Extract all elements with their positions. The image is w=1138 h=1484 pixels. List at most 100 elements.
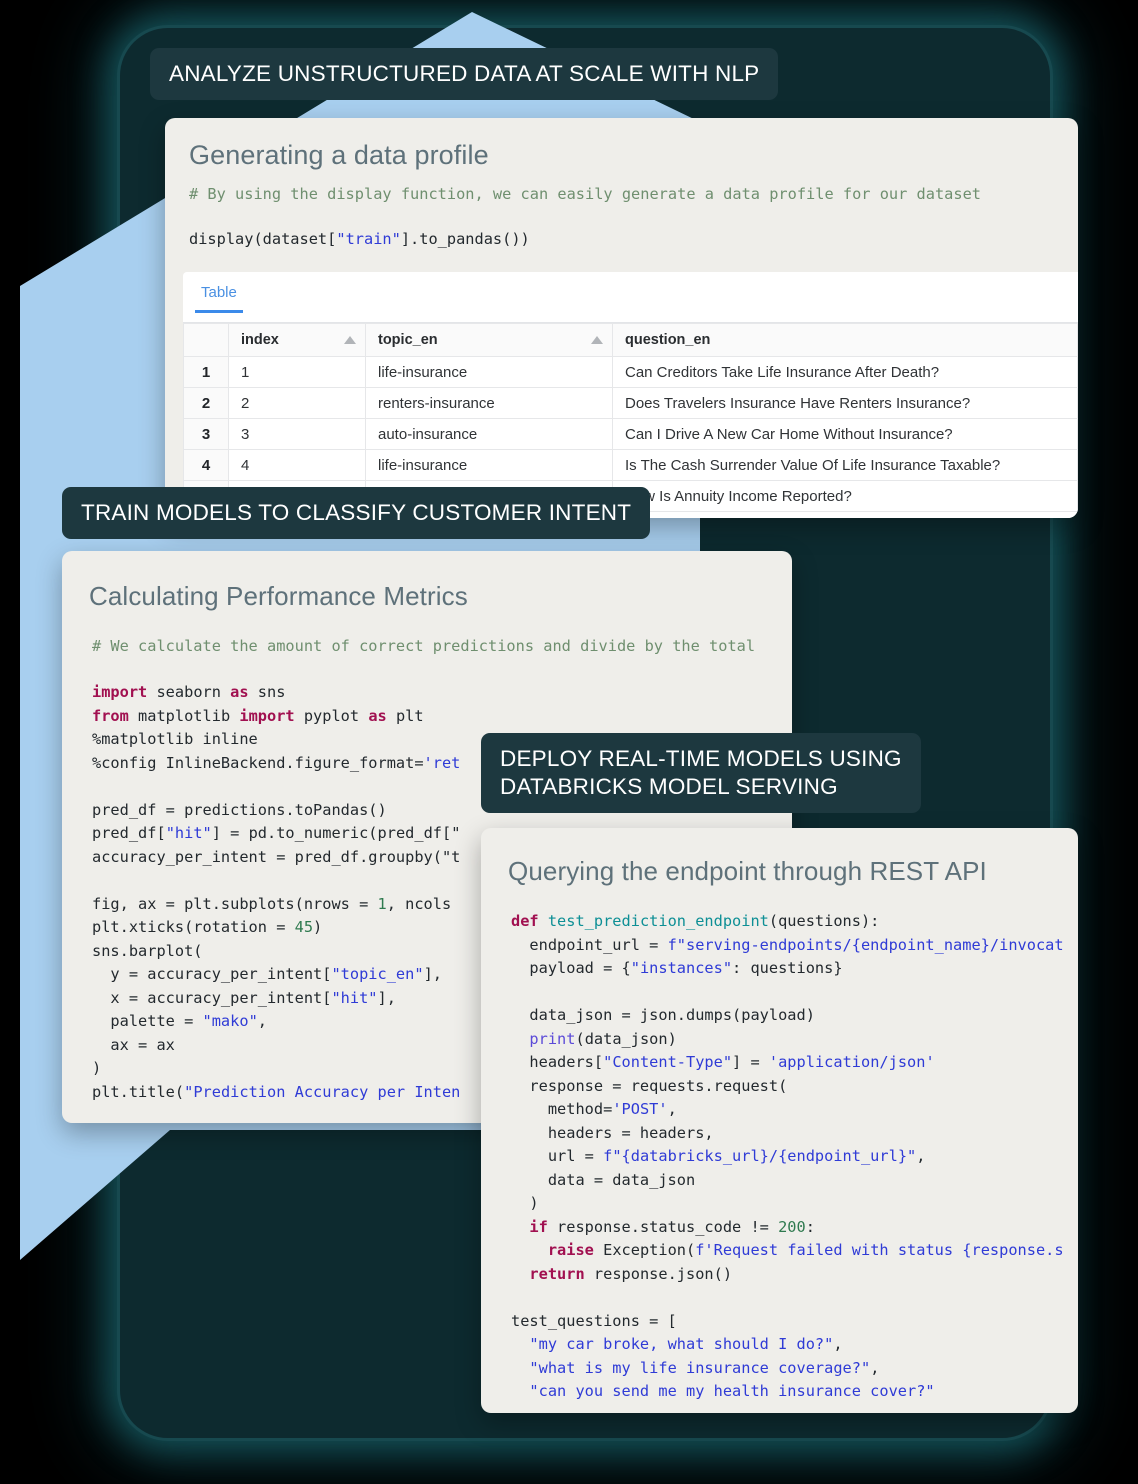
code-token: pyplot [294, 706, 369, 725]
table-header-rownum [183, 323, 229, 357]
code-token: test_questions = [ [511, 1311, 677, 1330]
code-string: f'Request failed with status {response.s [695, 1241, 1064, 1259]
code-token: accuracy_per_intent = pred_df.groupby("t [92, 847, 461, 866]
code-line: data_json = json.dumps(payload) [511, 1004, 1064, 1028]
code-line: def test_prediction_endpoint(questions): [511, 910, 1064, 934]
code-line: ) [511, 1192, 1064, 1216]
code-token: %matplotlib inline [92, 730, 258, 748]
code-string: "hit" [331, 988, 378, 1007]
code-line: palette = "mako", [92, 1010, 460, 1034]
code-string: f"serving-endpoints/{endpoint_name}/invo… [667, 935, 1064, 954]
code-token: response = requests.request( [511, 1076, 788, 1095]
code-token: pred_df[ [92, 824, 166, 842]
code-line: url = f"{databricks_url}/{endpoint_url}"… [511, 1145, 1064, 1169]
code-token: headers = headers, [511, 1123, 714, 1142]
code-token: seaborn [147, 683, 231, 701]
code-line: test_questions = [ [511, 1310, 1064, 1334]
cell-topic: life-insurance [365, 356, 613, 388]
code-keyword: from [92, 706, 129, 725]
code-token: pred_df = predictions.toPandas() [92, 800, 387, 819]
page-title: Generating a data profile [189, 140, 489, 170]
code-line: "can you send me my health insurance cov… [511, 1380, 1064, 1404]
code-token: response.status_code != [547, 1217, 779, 1236]
table-row[interactable]: 3 3 auto-insurance Can I Drive A New Car Ho… [183, 418, 1078, 450]
code-token: : [805, 1217, 815, 1236]
code-token: ] = pd.to_numeric(pred_df[" [211, 824, 461, 842]
code-token: matplotlib [128, 706, 240, 725]
code-keyword: raise [547, 1241, 594, 1259]
code-token: method= [511, 1100, 613, 1118]
code-token: sns.barplot( [92, 941, 203, 960]
code-line: "what is my life insurance coverage?", [511, 1357, 1064, 1381]
table-header-label: topic_en [378, 332, 438, 348]
code-block-metrics: import seaborn as sns from matplotlib imp… [92, 681, 460, 1104]
table-header-index[interactable]: index [228, 323, 366, 357]
table-row[interactable]: 4 4 life-insurance Is The Cash Surrender Va… [183, 449, 1078, 481]
code-token: url = [511, 1147, 604, 1165]
code-string: "instances" [630, 959, 733, 977]
code-token: %config InlineBackend.figure_format= [92, 753, 424, 772]
code-token: y = accuracy_per_intent[ [92, 965, 332, 983]
code-token: response.json() [584, 1264, 733, 1283]
code-block-rest: def test_prediction_endpoint(questions):… [511, 910, 1064, 1404]
tab-table[interactable]: Table [195, 284, 243, 313]
cell-rownum: 3 [183, 418, 229, 450]
code-line: headers = headers, [511, 1122, 1064, 1146]
result-table-panel: Table index topic_en question_en 1 1 lif… [183, 272, 1078, 518]
code-token: ax = ax [92, 1035, 175, 1054]
code-line: method='POST', [511, 1098, 1064, 1122]
table-row[interactable]: 2 2 renters-insurance Does Travelers Insura… [183, 387, 1078, 419]
code-line: data = data_json [511, 1169, 1064, 1193]
code-string: "Content-Type" [603, 1053, 733, 1071]
cell-index: 2 [228, 387, 366, 419]
code-keyword: def [511, 912, 548, 930]
code-line: import seaborn as sns [92, 681, 460, 705]
code-keyword: return [529, 1264, 585, 1283]
sort-ascending-icon[interactable] [591, 336, 603, 344]
table-header-topic[interactable]: topic_en [365, 323, 613, 357]
cell-topic: life-insurance [365, 449, 613, 481]
code-comment: # We calculate the amount of correct pre… [92, 637, 756, 655]
code-line: from matplotlib import pyplot as plt [92, 705, 460, 729]
table-header-question[interactable]: question_en [612, 323, 1078, 357]
code-line: %matplotlib inline [92, 728, 460, 752]
page-title: Calculating Performance Metrics [89, 581, 468, 611]
code-token: data_json = json.dumps(payload) [511, 1006, 815, 1024]
code-keyword: import [239, 706, 295, 725]
code-token: ] = [732, 1053, 769, 1071]
cell-question: Is The Cash Surrender Value Of Life Insu… [612, 449, 1078, 481]
code-string: "Prediction Accuracy per Inten [184, 1082, 461, 1101]
cell-topic: auto-insurance [365, 418, 613, 450]
sort-ascending-icon[interactable] [344, 336, 356, 344]
notebook-card-rest-api: Querying the endpoint through REST API d… [481, 828, 1078, 1413]
code-line-display: display(dataset["train"].to_pandas()) [189, 228, 530, 252]
code-token: payload = { [511, 959, 631, 977]
code-number: 200 [778, 1217, 806, 1236]
cell-rownum: 1 [183, 356, 229, 388]
code-string: "hit" [165, 824, 212, 842]
code-keyword: as [230, 683, 249, 701]
results-table: index topic_en question_en 1 1 life-insura… [183, 323, 1078, 512]
table-header-row: index topic_en question_en [183, 323, 1078, 357]
cell-index: 1 [228, 356, 366, 388]
code-token: ) [92, 1059, 102, 1077]
page-title: Querying the endpoint through REST API [508, 856, 987, 886]
code-token: fig, ax = plt.subplots(nrows = [92, 894, 378, 913]
code-string: "can you send me my health insurance cov… [529, 1382, 935, 1400]
code-number: 1 [377, 894, 387, 913]
code-string: "train" [336, 230, 401, 248]
code-token: plt.xticks(rotation = [92, 918, 295, 936]
code-token: ], [423, 965, 442, 983]
code-keyword: import [92, 683, 148, 701]
code-line: response = requests.request( [511, 1075, 1064, 1099]
code-keyword: as [368, 706, 387, 725]
cell-question: Can Creditors Take Life Insurance After … [612, 356, 1078, 388]
cell-rownum: 4 [183, 449, 229, 481]
code-token: , [667, 1100, 677, 1118]
table-row[interactable]: 1 1 life-insurance Can Creditors Take Life … [183, 356, 1078, 388]
code-token: ) [511, 1194, 539, 1212]
